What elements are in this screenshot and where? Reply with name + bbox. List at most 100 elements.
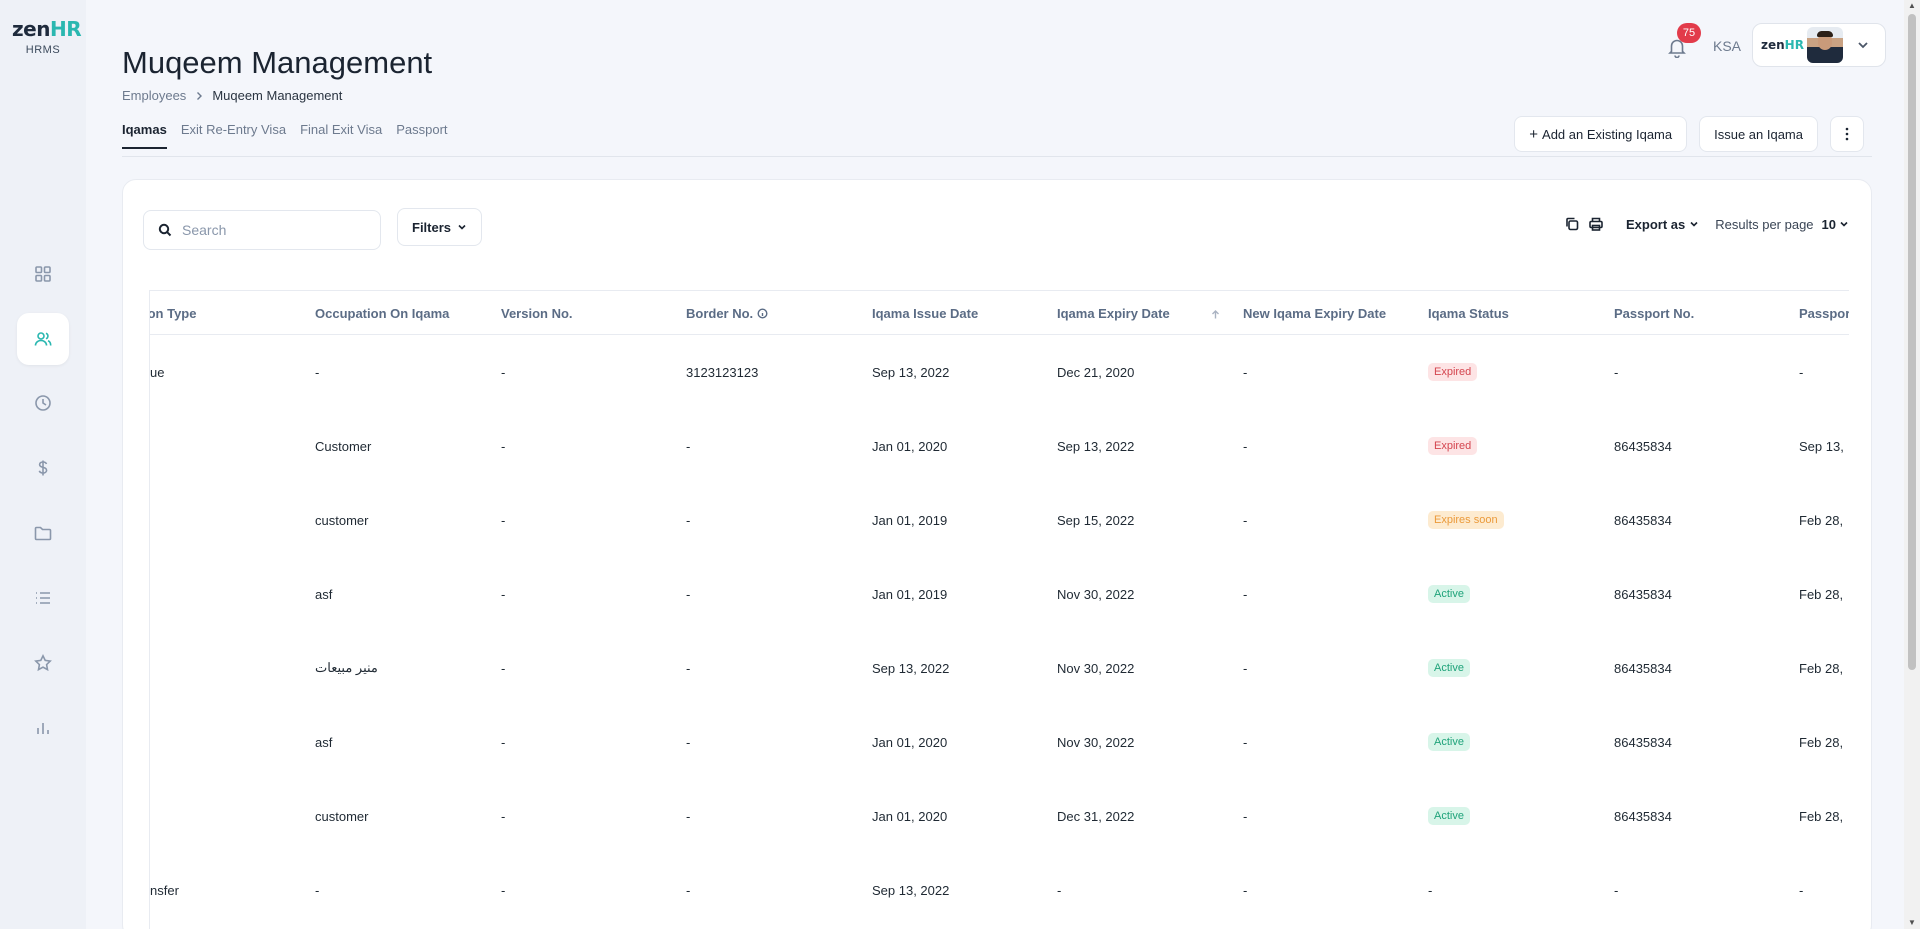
column-header-new-iqama-expiry-date[interactable]: New Iqama Expiry Date xyxy=(1243,291,1386,336)
breadcrumb-current: Muqeem Management xyxy=(212,88,343,103)
cell-passport-no: 86435834 xyxy=(1614,438,1672,454)
cell-occupation: - xyxy=(315,882,320,898)
cell-passport-expiry: Feb 28, xyxy=(1799,660,1844,676)
chevron-down-icon xyxy=(458,224,466,230)
column-header-passport-expiry[interactable]: Passpor xyxy=(1799,291,1849,336)
sidebar-item-payroll[interactable] xyxy=(17,442,69,494)
zenhr-logo[interactable]: zenHR HRMS xyxy=(12,17,82,56)
cell-passport-no: 86435834 xyxy=(1614,808,1672,824)
scroll-up-arrow-icon[interactable]: ▲ xyxy=(1908,2,1916,10)
more-vertical-icon xyxy=(1845,127,1849,141)
tab-final-exit-visa[interactable]: Final Exit Visa xyxy=(300,122,382,148)
chevron-down-icon xyxy=(1690,221,1698,227)
cell-version-no: - xyxy=(501,364,506,380)
cell-status: Active xyxy=(1428,631,1470,705)
column-header-occupation[interactable]: Occupation On Iqama xyxy=(315,291,449,336)
tab-iqamas[interactable]: Iqamas xyxy=(122,122,167,149)
cell-passport-expiry: Feb 28, xyxy=(1799,734,1844,750)
more-actions-button[interactable] xyxy=(1830,116,1864,152)
table-row[interactable]: customer - - Jan 01, 2019 Sep 15, 2022 - Expir… xyxy=(150,483,1849,557)
company-logo: zenHR xyxy=(1761,38,1804,52)
cell-passport-expiry: Feb 28, xyxy=(1799,808,1844,824)
list-icon xyxy=(36,592,50,604)
cell-new-expiry-date: - xyxy=(1243,734,1248,750)
iqamas-table: ion Type Occupation On Iqama Version No.… xyxy=(149,290,1849,929)
profile-menu[interactable]: zenHR xyxy=(1752,23,1886,67)
table-row[interactable]: asf - - Jan 01, 2020 Nov 30, 2022 - Active 8643… xyxy=(150,705,1849,779)
search-icon xyxy=(158,223,172,237)
cell-border-no: - xyxy=(686,586,691,602)
page-scrollbar[interactable]: ▲ ▼ xyxy=(1904,0,1920,929)
tab-bar: Iqamas Exit Re-Entry Visa Final Exit Vis… xyxy=(122,122,448,149)
cell-border-no: - xyxy=(686,882,691,898)
cell-border-no: - xyxy=(686,438,691,454)
table-row[interactable]: nsfer - - - Sep 13, 2022 - - - - - xyxy=(150,853,1849,927)
table-row[interactable]: asf - - Jan 01, 2019 Nov 30, 2022 - Active 8643… xyxy=(150,557,1849,631)
cell-status: Active xyxy=(1428,557,1470,631)
sidebar-item-dashboard[interactable] xyxy=(17,248,69,300)
table-row[interactable]: ue - - 3123123123 Sep 13, 2022 Dec 21, 2020 - E… xyxy=(150,335,1849,409)
region-selector[interactable]: KSA xyxy=(1713,38,1741,54)
table-row[interactable]: Customer - - Jan 01, 2020 Sep 13, 2022 - Expir… xyxy=(150,409,1849,483)
cell-new-expiry-date: - xyxy=(1243,882,1248,898)
search-box[interactable] xyxy=(143,210,381,250)
page-title: Muqeem Management xyxy=(122,45,433,80)
tab-passport[interactable]: Passport xyxy=(396,122,447,148)
column-header-iqama-status[interactable]: Iqama Status xyxy=(1428,291,1509,336)
sidebar-item-documents[interactable] xyxy=(17,507,69,559)
results-per-page-select[interactable]: 10 xyxy=(1822,217,1849,232)
cell-expiry-date: Nov 30, 2022 xyxy=(1057,734,1135,750)
column-header-iqama-expiry-date[interactable]: Iqama Expiry Date xyxy=(1057,291,1170,336)
table-header: ion Type Occupation On Iqama Version No.… xyxy=(150,290,1849,335)
copy-icon[interactable] xyxy=(1564,216,1580,232)
search-input[interactable] xyxy=(182,222,352,238)
cell-passport-no: 86435834 xyxy=(1614,512,1672,528)
sidebar-item-favorites[interactable] xyxy=(17,637,69,689)
cell-passport-expiry: Feb 28, xyxy=(1799,512,1844,528)
bar-chart-icon xyxy=(37,723,49,734)
users-icon xyxy=(34,332,52,346)
column-header-border-no[interactable]: Border No. xyxy=(686,291,768,336)
cell-passport-no: 86435834 xyxy=(1614,660,1672,676)
scrollbar-thumb[interactable] xyxy=(1908,14,1916,670)
issue-iqama-button[interactable]: Issue an Iqama xyxy=(1699,116,1818,152)
cell-issue-date: Jan 01, 2019 xyxy=(872,586,948,602)
add-existing-iqama-button[interactable]: + Add an Existing Iqama xyxy=(1514,116,1688,152)
cell-status: Active xyxy=(1428,705,1470,779)
plus-icon: + xyxy=(1529,125,1539,143)
table-row[interactable]: customer - - Jan 01, 2020 Dec 31, 2022 - Activ… xyxy=(150,779,1849,853)
table-tools: Export as Results per page 10 xyxy=(1564,216,1849,232)
cell-passport-no: - xyxy=(1614,882,1619,898)
cell-issue-date: Sep 13, 2022 xyxy=(872,660,950,676)
breadcrumb-link-employees[interactable]: Employees xyxy=(122,88,186,103)
cell-passport-no: 86435834 xyxy=(1614,734,1672,750)
table-row[interactable]: منير مبيعات - - Sep 13, 2022 Nov 30, 2022 - Ac… xyxy=(150,631,1849,705)
cell-version-no: - xyxy=(501,660,506,676)
sort-ascending-icon[interactable] xyxy=(1210,309,1221,320)
scroll-down-arrow-icon[interactable]: ▼ xyxy=(1908,919,1916,927)
folder-icon xyxy=(34,526,52,541)
cell-new-expiry-date: - xyxy=(1243,586,1248,602)
column-header-passport-no[interactable]: Passport No. xyxy=(1614,291,1694,336)
cell-status: Expired xyxy=(1428,409,1478,483)
print-icon[interactable] xyxy=(1588,216,1604,232)
sidebar-item-attendance[interactable] xyxy=(17,377,69,429)
column-header-version-no[interactable]: Version No. xyxy=(501,291,573,336)
column-header-iqama-type[interactable]: ion Type xyxy=(150,291,196,336)
filters-button[interactable]: Filters xyxy=(397,208,483,246)
chevron-down-icon xyxy=(1840,221,1848,227)
logo-main: zen xyxy=(12,17,50,41)
avatar xyxy=(1807,27,1843,63)
cell-issue-date: Sep 13, 2022 xyxy=(872,364,950,380)
results-per-page-label: Results per page xyxy=(1715,216,1814,232)
cell-passport-expiry: - xyxy=(1799,882,1804,898)
sidebar-item-lists[interactable] xyxy=(17,572,69,624)
tab-exit-re-entry-visa[interactable]: Exit Re-Entry Visa xyxy=(181,122,286,148)
column-header-iqama-issue-date[interactable]: Iqama Issue Date xyxy=(872,291,978,336)
export-dropdown[interactable]: Export as xyxy=(1626,217,1699,232)
info-icon[interactable] xyxy=(757,308,768,319)
sidebar-item-employees[interactable] xyxy=(17,313,69,365)
sidebar: zenHR HRMS xyxy=(0,0,86,929)
cell-border-no: - xyxy=(686,512,691,528)
sidebar-item-reports[interactable] xyxy=(17,702,69,754)
